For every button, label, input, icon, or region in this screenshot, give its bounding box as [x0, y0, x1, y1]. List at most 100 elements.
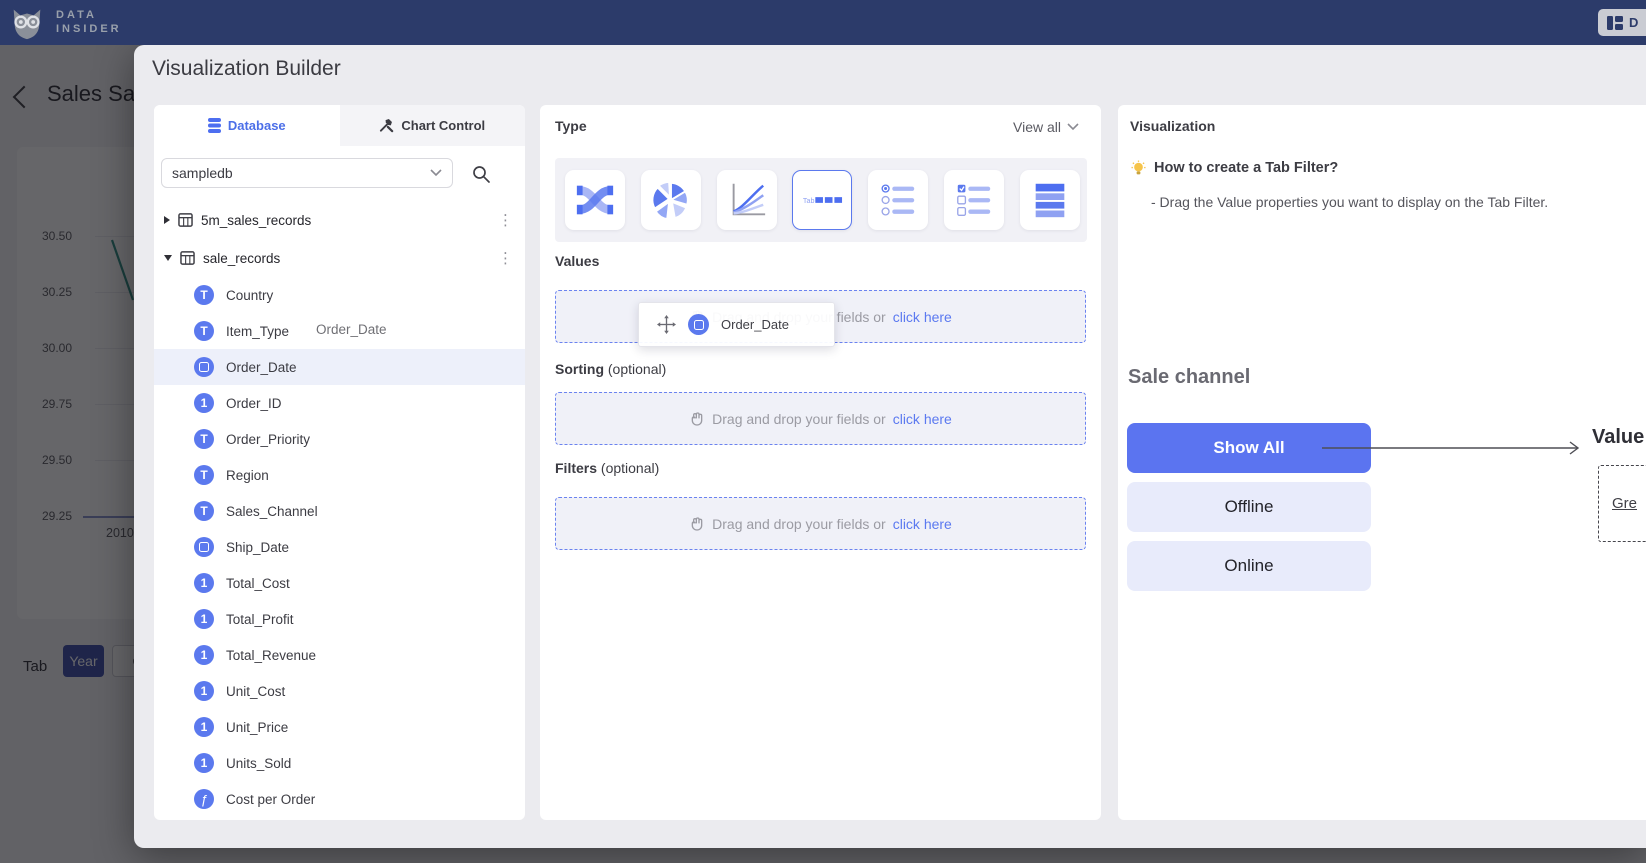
field-label: Order_Date [226, 360, 297, 375]
database-icon [208, 118, 221, 133]
field-row[interactable]: Country [154, 277, 525, 313]
field-type-icon [194, 321, 214, 341]
table-icon [180, 251, 195, 265]
annotation-dashed-box: Gre [1598, 465, 1646, 542]
field-label: Unit_Cost [226, 684, 285, 699]
field-row[interactable]: Order_Priority [154, 421, 525, 457]
field-row[interactable]: Total_Cost [154, 565, 525, 601]
chart-type-checkbox-list[interactable] [944, 170, 1004, 230]
dashboard-icon [1607, 16, 1623, 30]
offline-button[interactable]: Offline [1127, 482, 1371, 532]
field-label: Order_Priority [226, 432, 310, 447]
svg-text:Tab: Tab [803, 197, 815, 205]
dragging-field-chip[interactable]: Order_Date [638, 302, 835, 347]
field-row[interactable]: Unit_Cost [154, 673, 525, 709]
builder-panel: Type View all [540, 105, 1101, 820]
sorting-dropzone[interactable]: Drag and drop your fields or click here [555, 392, 1086, 445]
annotation-value-label: Value [1592, 426, 1644, 449]
field-row[interactable]: Ship_Date [154, 529, 525, 565]
field-row[interactable]: Cost per Order [154, 781, 525, 817]
preview-chart-title: Sale channel [1128, 366, 1250, 389]
table-name: sale_records [203, 251, 280, 266]
filters-dropzone[interactable]: Drag and drop your fields or click here [555, 497, 1086, 550]
database-panel: Database Chart Control sampledb [154, 105, 525, 820]
left-tabbar: Database Chart Control [154, 105, 525, 146]
values-section-label: Values [555, 253, 599, 269]
field-label: Item_Type [226, 324, 289, 339]
field-row[interactable]: Units_Sold [154, 745, 525, 781]
field-type-icon [194, 537, 214, 557]
caret-right-icon[interactable] [164, 216, 170, 224]
field-label: Region [226, 468, 269, 483]
kebab-menu-icon[interactable]: ⋮ [498, 213, 513, 228]
field-row[interactable]: Order_ID [154, 385, 525, 421]
field-row-selected[interactable]: Order_Date [154, 349, 525, 385]
caret-down-icon[interactable] [164, 255, 172, 261]
sorting-section-label: Sorting (optional) [555, 361, 666, 377]
tab-chart-control-label: Chart Control [401, 118, 485, 133]
field-row[interactable]: Total_Revenue [154, 637, 525, 673]
lightbulb-icon [1131, 160, 1146, 177]
click-here-link[interactable]: click here [893, 516, 952, 532]
tab-chart-control[interactable]: Chart Control [340, 105, 526, 146]
visualization-builder-modal: Visualization Builder Database [134, 45, 1646, 848]
field-type-icon [194, 357, 214, 377]
dropzone-text: Drag and drop your fields or [712, 411, 886, 427]
field-type-icon [194, 429, 214, 449]
sorting-label-text: Sorting [555, 361, 604, 377]
schema-tree: 5m_sales_records ⋮ sale_records ⋮ [154, 201, 525, 817]
field-label: Sales_Channel [226, 504, 318, 519]
field-type-icon [194, 789, 214, 809]
kebab-menu-icon[interactable]: ⋮ [498, 251, 513, 266]
tab-database-label: Database [228, 118, 286, 133]
field-label: Total_Profit [226, 612, 294, 627]
annotation-link[interactable]: Gre [1612, 495, 1637, 512]
field-type-icon [194, 717, 214, 737]
chart-type-pie[interactable] [641, 170, 701, 230]
owl-logo-icon [8, 3, 46, 41]
chart-type-tray: Tab [555, 158, 1087, 242]
tab-database[interactable]: Database [154, 105, 340, 146]
field-row[interactable]: Region [154, 457, 525, 493]
tip-row: How to create a Tab Filter? [1131, 160, 1338, 177]
search-icon[interactable] [471, 164, 491, 184]
chart-type-radio-list[interactable] [868, 170, 928, 230]
table-row[interactable]: 5m_sales_records ⋮ [154, 201, 525, 239]
field-row[interactable]: Sales_Channel [154, 493, 525, 529]
field-label: Total_Cost [226, 576, 290, 591]
field-label: Ship_Date [226, 540, 289, 555]
brand-line-2: INSIDER [56, 22, 122, 36]
dashboard-button-label: D [1629, 15, 1638, 30]
chart-type-table[interactable] [1020, 170, 1080, 230]
field-label: Order_ID [226, 396, 282, 411]
table-name: 5m_sales_records [201, 213, 311, 228]
field-row[interactable]: Unit_Price [154, 709, 525, 745]
filters-section-label: Filters (optional) [555, 460, 659, 476]
drag-source-ghost: Order_Date [316, 322, 387, 337]
click-here-link[interactable]: click here [893, 411, 952, 427]
tip-body: - Drag the Value properties you want to … [1151, 194, 1548, 210]
tip-title: How to create a Tab Filter? [1154, 160, 1338, 176]
field-type-icon [194, 285, 214, 305]
field-row[interactable]: Total_Profit [154, 601, 525, 637]
chart-type-tab-filter[interactable]: Tab [792, 170, 852, 230]
field-type-icon [194, 645, 214, 665]
optional-suffix: (optional) [608, 361, 666, 377]
datasource-select-value: sampledb [172, 165, 233, 181]
brand-line-1: DATA [56, 8, 122, 22]
filters-label-text: Filters [555, 460, 597, 476]
top-navbar: DATA INSIDER D [0, 0, 1646, 45]
chart-type-line[interactable] [717, 170, 777, 230]
dashboard-button[interactable]: D [1598, 9, 1646, 36]
field-type-icon [194, 681, 214, 701]
click-here-link[interactable]: click here [893, 309, 952, 325]
online-button[interactable]: Online [1127, 541, 1371, 591]
dropzone-text: Drag and drop your fields or [712, 516, 886, 532]
chart-type-sankey[interactable] [565, 170, 625, 230]
datasource-select[interactable]: sampledb [161, 158, 453, 188]
field-label: Units_Sold [226, 756, 291, 771]
table-row[interactable]: sale_records ⋮ [154, 239, 525, 277]
field-label: Unit_Price [226, 720, 288, 735]
tools-icon [379, 118, 394, 133]
view-all-dropdown[interactable]: View all [1013, 119, 1079, 135]
